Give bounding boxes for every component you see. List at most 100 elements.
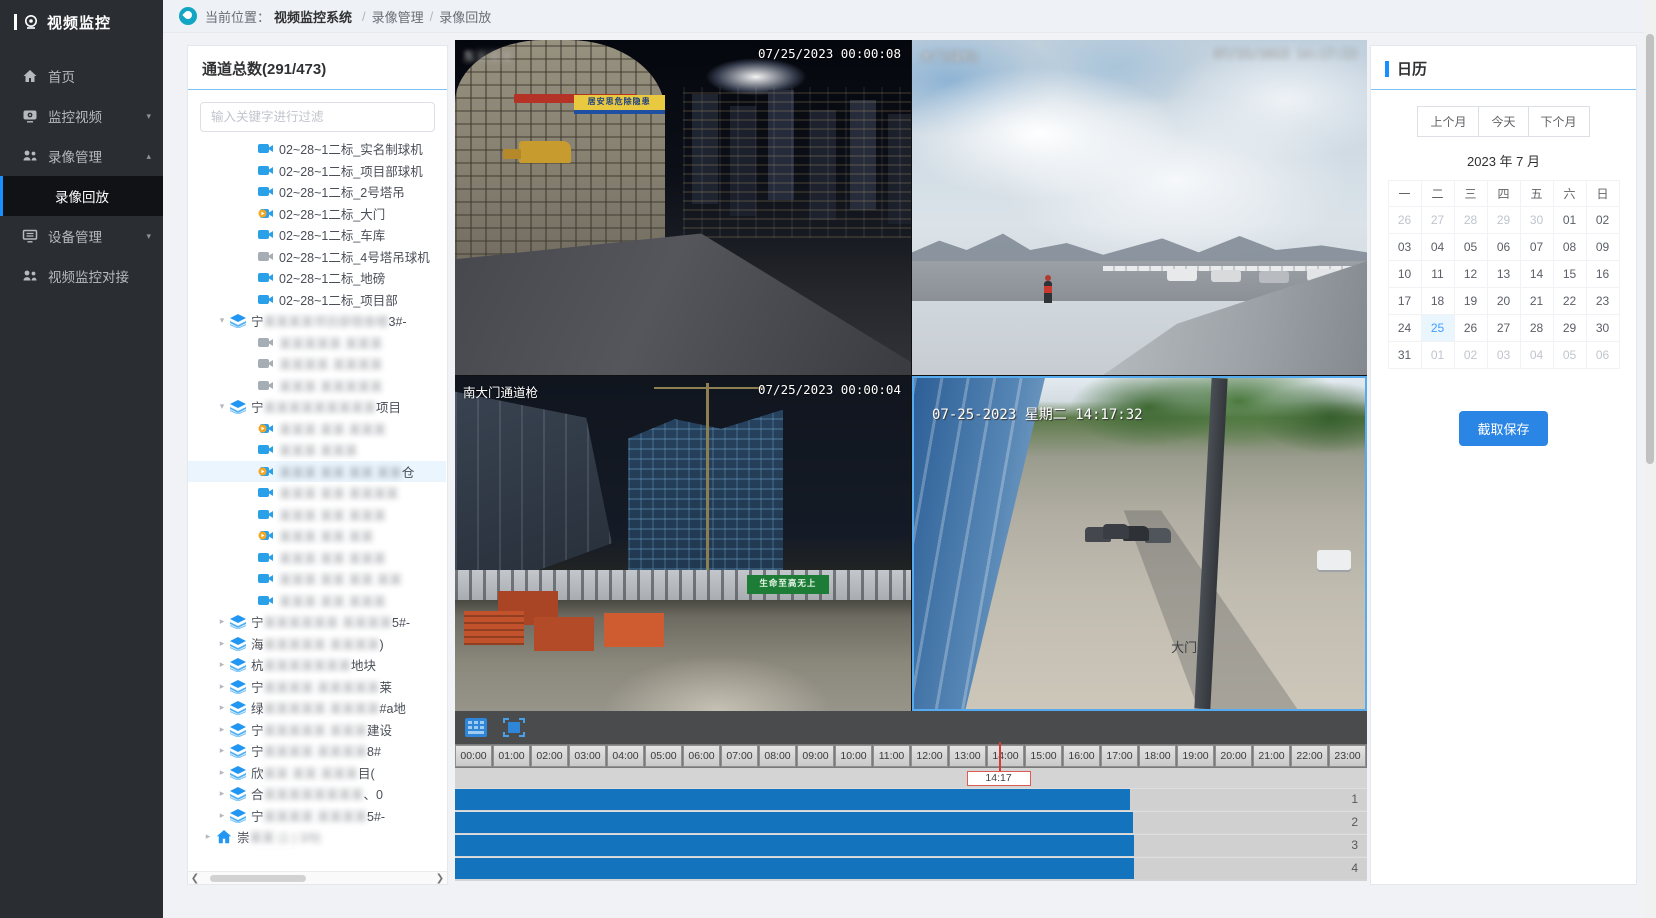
calendar-day[interactable]: 27 xyxy=(1487,315,1520,342)
tree-node[interactable]: 02~28~1二标_4号塔吊球机 xyxy=(188,246,446,268)
calendar-day[interactable]: 05 xyxy=(1553,342,1586,369)
tree-node[interactable]: ▸欣某某 某某 某某某目( xyxy=(188,762,446,784)
tree-node[interactable]: ▾宁某某某某项目部宿舍楼3#- xyxy=(188,310,446,332)
tree-node[interactable]: 某某某 某某 某某 某某仓 xyxy=(188,461,446,483)
fullscreen-icon[interactable] xyxy=(503,718,525,737)
prev-month-button[interactable]: 上个月 xyxy=(1417,106,1479,137)
calendar-day[interactable]: 17 xyxy=(1388,288,1421,315)
tree-node[interactable]: 某某某某 某某某某 xyxy=(188,353,446,375)
tree-node[interactable]: ▸杭某某某某某某某地块 xyxy=(188,654,446,676)
calendar-day[interactable]: 29 xyxy=(1487,207,1520,234)
calendar-day[interactable]: 14 xyxy=(1520,261,1553,288)
recording-bar[interactable] xyxy=(455,835,1134,856)
hour-cell-06:00[interactable]: 06:00 xyxy=(683,745,720,767)
calendar-day[interactable]: 28 xyxy=(1520,315,1553,342)
tree-node[interactable]: ▸崇某某 (1 | 3/9) xyxy=(188,826,446,848)
recording-bar[interactable] xyxy=(455,789,1130,810)
calendar-day[interactable]: 02 xyxy=(1454,342,1487,369)
tree-node[interactable]: 02~28~1二标_2号塔吊 xyxy=(188,181,446,203)
capture-save-button[interactable]: 截取保存 xyxy=(1459,411,1547,446)
hour-cell-15:00[interactable]: 15:00 xyxy=(1025,745,1062,767)
calendar-day[interactable]: 11 xyxy=(1421,261,1454,288)
video-tile-3[interactable]: 生命至高无上 南大门通道枪 07/25/2023 00:00:04 xyxy=(455,376,911,711)
tree-node[interactable]: ▸绿某某某某某 某某某某#a地 xyxy=(188,697,446,719)
tree-expand-right-icon[interactable]: ▸ xyxy=(216,745,228,756)
tree-node[interactable]: ▸宁某某某某某 某某某建设 xyxy=(188,719,446,741)
calendar-day[interactable]: 31 xyxy=(1388,342,1421,369)
hour-cell-13:00[interactable]: 13:00 xyxy=(949,745,986,767)
hour-cell-11:00[interactable]: 11:00 xyxy=(873,745,910,767)
tree-expand-right-icon[interactable]: ▸ xyxy=(216,681,228,692)
tree-node[interactable]: 某某某 某某 某某某 xyxy=(188,504,446,526)
tree-node[interactable]: 02~28~1二标_地磅 xyxy=(188,267,446,289)
calendar-day[interactable]: 08 xyxy=(1553,234,1586,261)
hour-cell-08:00[interactable]: 08:00 xyxy=(759,745,796,767)
hour-cell-05:00[interactable]: 05:00 xyxy=(645,745,682,767)
sidebar-item-6[interactable]: 视频监控对接 xyxy=(0,256,163,296)
calendar-day[interactable]: 07 xyxy=(1520,234,1553,261)
hour-cell-00:00[interactable]: 00:00 xyxy=(455,745,492,767)
tree-node[interactable]: ▾宁某某某某某某某某某项目 xyxy=(188,396,446,418)
track-row-1[interactable]: 1 xyxy=(455,788,1367,810)
tree-expand-right-icon[interactable]: ▸ xyxy=(216,702,228,713)
calendar-day[interactable]: 21 xyxy=(1520,288,1553,315)
scrollbar-thumb[interactable] xyxy=(210,875,306,882)
calendar-day[interactable]: 10 xyxy=(1388,261,1421,288)
hour-cell-07:00[interactable]: 07:00 xyxy=(721,745,758,767)
tree-expand-right-icon[interactable]: ▸ xyxy=(216,788,228,799)
sidebar-item-3[interactable]: 录像管理▴ xyxy=(0,136,163,176)
breadcrumb-root[interactable]: 视频监控系统 xyxy=(274,7,352,26)
calendar-day[interactable]: 04 xyxy=(1421,234,1454,261)
tree-node[interactable]: ▸宁某某某某 某某某某8# xyxy=(188,740,446,762)
tree-node[interactable]: ▸宁某某某某 某某某某某莱 xyxy=(188,676,446,698)
calendar-day[interactable]: 30 xyxy=(1586,315,1619,342)
sidebar-item-4[interactable]: 录像回放 xyxy=(0,176,163,216)
breadcrumb-item-1[interactable]: 录像管理 xyxy=(372,7,424,26)
hour-cell-03:00[interactable]: 03:00 xyxy=(569,745,606,767)
recording-bar[interactable] xyxy=(455,812,1133,833)
tree-node[interactable]: 某某某 某某某某某 xyxy=(188,375,446,397)
calendar-day[interactable]: 19 xyxy=(1454,288,1487,315)
tree-node[interactable]: 某某某 某某 某某某某 xyxy=(188,482,446,504)
hour-cell-20:00[interactable]: 20:00 xyxy=(1215,745,1252,767)
tree-node[interactable]: 02~28~1二标_实名制球机 xyxy=(188,138,446,160)
breadcrumb-item-2[interactable]: 录像回放 xyxy=(439,7,491,26)
track-row-2[interactable]: 2 xyxy=(455,811,1367,833)
calendar-day[interactable]: 01 xyxy=(1553,207,1586,234)
tree-expand-right-icon[interactable]: ▸ xyxy=(216,767,228,778)
today-button[interactable]: 今天 xyxy=(1479,106,1528,137)
page-scrollbar-thumb[interactable] xyxy=(1646,34,1654,464)
tree-expand-right-icon[interactable]: ▸ xyxy=(216,724,228,735)
video-tile-1[interactable]: 居安思危除隐患 东某某某 07/25/2023 00:00:08 xyxy=(455,40,911,375)
sidebar-item-2[interactable]: 监控视频▾ xyxy=(0,96,163,136)
scroll-left-icon[interactable]: ❮ xyxy=(188,872,202,885)
playhead-cursor[interactable] xyxy=(999,742,1001,772)
hour-cell-04:00[interactable]: 04:00 xyxy=(607,745,644,767)
calendar-day[interactable]: 20 xyxy=(1487,288,1520,315)
hour-cell-21:00[interactable]: 21:00 xyxy=(1253,745,1290,767)
tree-node[interactable]: ▸宁某某某某 某某某某5#- xyxy=(188,805,446,827)
calendar-day[interactable]: 06 xyxy=(1487,234,1520,261)
next-month-button[interactable]: 下个月 xyxy=(1529,106,1590,137)
video-tile-2[interactable]: 大门(球机) 07/25/2023 14:17:23 xyxy=(912,40,1367,375)
tree-node[interactable]: 02~28~1二标_项目部球机 xyxy=(188,160,446,182)
tree-horizontal-scrollbar[interactable]: ❮ ❯ xyxy=(188,871,447,884)
tree-expand-right-icon[interactable]: ▸ xyxy=(216,810,228,821)
calendar-day[interactable]: 24 xyxy=(1388,315,1421,342)
tree-node[interactable]: 某某某 某某 某某某 xyxy=(188,547,446,569)
hour-cell-18:00[interactable]: 18:00 xyxy=(1139,745,1176,767)
calendar-day[interactable]: 04 xyxy=(1520,342,1553,369)
calendar-day[interactable]: 26 xyxy=(1454,315,1487,342)
tree-node[interactable]: 某某某 某某 某某 xyxy=(188,525,446,547)
calendar-day[interactable]: 16 xyxy=(1586,261,1619,288)
tree-node[interactable]: 02~28~1二标_车库 xyxy=(188,224,446,246)
sidebar-item-1[interactable]: 首页 xyxy=(0,56,163,96)
page-scrollbar[interactable] xyxy=(1644,0,1656,918)
hour-cell-22:00[interactable]: 22:00 xyxy=(1291,745,1328,767)
channel-search-input[interactable] xyxy=(200,102,435,132)
scrollbar-track[interactable] xyxy=(202,874,433,883)
calendar-day[interactable]: 27 xyxy=(1421,207,1454,234)
video-tile-4-selected[interactable]: 07-25-2023 星期二 14:17:32 大门 xyxy=(912,376,1367,711)
hour-cell-10:00[interactable]: 10:00 xyxy=(835,745,872,767)
calendar-day[interactable]: 03 xyxy=(1487,342,1520,369)
